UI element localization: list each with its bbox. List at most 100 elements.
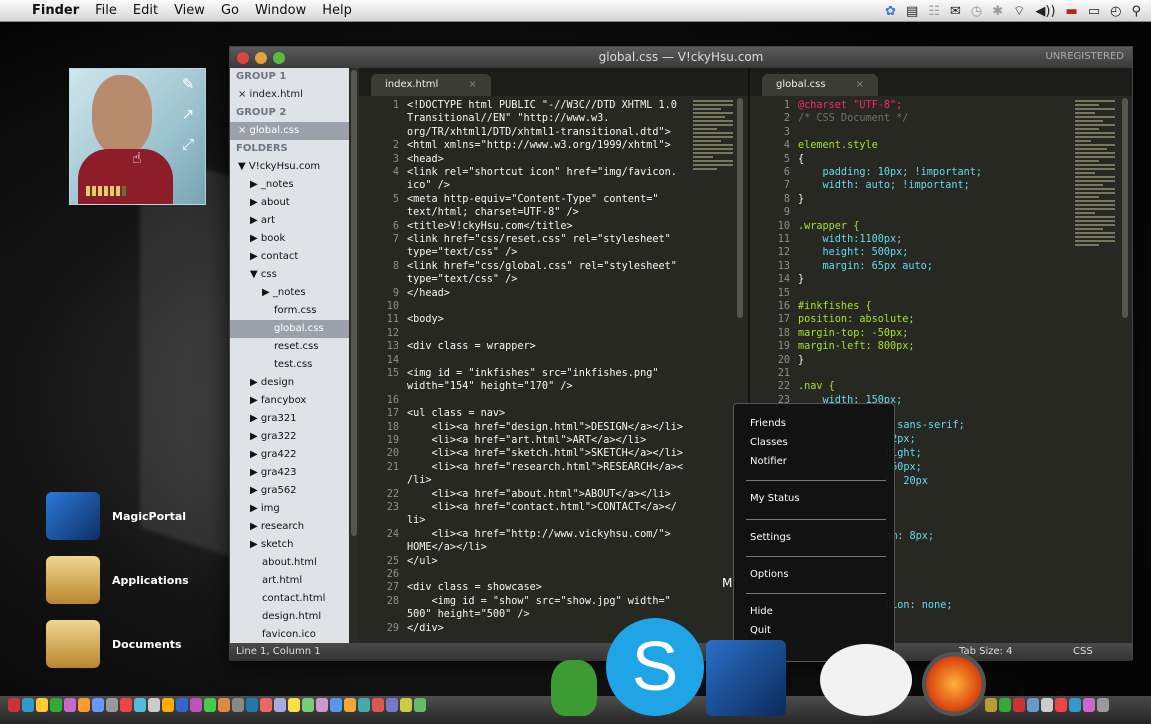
sidebar-item[interactable]: ▶ _notes: [230, 284, 349, 302]
pane-scrollbar[interactable]: [737, 98, 743, 318]
dock-app-icon[interactable]: [414, 698, 426, 712]
sidebar-item[interactable]: × global.css: [230, 122, 349, 140]
dock-app-icon[interactable]: [344, 698, 356, 712]
dock-app-icon[interactable]: [372, 698, 384, 712]
dock-app-icon[interactable]: [274, 698, 286, 712]
chat-icon[interactable]: ✿: [885, 4, 896, 19]
time-machine-icon[interactable]: ◷: [971, 4, 982, 19]
sidebar-item[interactable]: ▶ img: [230, 500, 349, 518]
burn-app-icon[interactable]: [922, 652, 986, 716]
sidebar-item[interactable]: form.css: [230, 302, 349, 320]
minimap[interactable]: [693, 98, 733, 198]
menu-item-my-status[interactable]: My Status: [750, 493, 800, 504]
dock-app-icon[interactable]: [36, 698, 48, 712]
sidebar-item[interactable]: ▶ contact: [230, 248, 349, 266]
sidebar-item[interactable]: favicon.ico: [230, 626, 349, 643]
sidebar-item[interactable]: ▼ V!ckyHsu.com: [230, 158, 349, 176]
menu-item-settings[interactable]: Settings: [750, 532, 791, 543]
sidebar-item[interactable]: ▶ art: [230, 212, 349, 230]
dock-app-icon[interactable]: [162, 698, 174, 712]
dock-app-icon[interactable]: [106, 698, 118, 712]
dock-app-icon[interactable]: [1027, 698, 1039, 712]
wifi-icon[interactable]: ⌔: [1013, 3, 1025, 19]
battery-icon[interactable]: ▭: [1088, 4, 1100, 19]
dock-app-icon[interactable]: [1083, 698, 1095, 712]
dock-app-icon[interactable]: [1013, 698, 1025, 712]
minimap[interactable]: [1075, 98, 1115, 418]
close-tab-icon[interactable]: ×: [856, 74, 864, 96]
close-tab-icon[interactable]: ×: [468, 74, 476, 96]
skype-icon[interactable]: S: [606, 618, 704, 716]
headset-app-icon[interactable]: [820, 644, 912, 716]
dock-app-icon[interactable]: [1069, 698, 1081, 712]
dock-app-icon[interactable]: [1097, 698, 1109, 712]
sidebar-item[interactable]: ▶ gra562: [230, 482, 349, 500]
adium-icon[interactable]: [551, 660, 597, 716]
magicportal-dock-icon[interactable]: [706, 640, 786, 716]
dock-app-icon[interactable]: [120, 698, 132, 712]
menu-item-classes[interactable]: Classes: [750, 437, 788, 448]
dock-app-icon[interactable]: [232, 698, 244, 712]
fullscreen-icon[interactable]: ⤢: [179, 135, 197, 153]
code-area[interactable]: 1 <!DOCTYPE html PUBLIC "-//W3C//DTD XHTM…: [359, 96, 748, 643]
dock-app-icon[interactable]: [330, 698, 342, 712]
window-titlebar[interactable]: global.css — V!ckyHsu.com UNREGISTERED: [230, 47, 1132, 68]
dock-app-icon[interactable]: [316, 698, 328, 712]
dock-app-icon[interactable]: [288, 698, 300, 712]
sidebar-item[interactable]: about.html: [230, 554, 349, 572]
mail-icon[interactable]: ✉: [950, 4, 961, 19]
sidebar-item[interactable]: global.css: [230, 320, 349, 338]
spotlight-icon[interactable]: ⚲: [1131, 4, 1141, 19]
menu-item-quit[interactable]: Quit: [750, 625, 771, 636]
dock-app-icon[interactable]: [148, 698, 160, 712]
sidebar-item[interactable]: ▼ css: [230, 266, 349, 284]
dock-app-icon[interactable]: [1055, 698, 1067, 712]
bars-icon[interactable]: ☷: [928, 4, 940, 19]
sidebar-item[interactable]: ▶ gra321: [230, 410, 349, 428]
menu-go[interactable]: Go: [221, 3, 239, 18]
dock-app-icon[interactable]: [204, 698, 216, 712]
bluetooth-icon[interactable]: ✱: [992, 4, 1003, 19]
dock-app-icon[interactable]: [386, 698, 398, 712]
menu-item-friends[interactable]: Friends: [750, 418, 786, 429]
sidebar-item[interactable]: art.html: [230, 572, 349, 590]
sidebar-item[interactable]: ▶ design: [230, 374, 349, 392]
sidebar-item[interactable]: ▶ gra322: [230, 428, 349, 446]
menu-window[interactable]: Window: [255, 3, 306, 18]
menu-finder[interactable]: Finder: [32, 3, 79, 18]
export-icon[interactable]: ↗: [179, 105, 197, 123]
dock-app-icon[interactable]: [1041, 698, 1053, 712]
sidebar-item[interactable]: ▶ about: [230, 194, 349, 212]
menu-item-notifier[interactable]: Notifier: [750, 456, 787, 467]
dock-app-icon[interactable]: [999, 698, 1011, 712]
dock-app-icon[interactable]: [8, 698, 20, 712]
desktop-item-applications[interactable]: Applications: [46, 556, 189, 604]
dock-app-icon[interactable]: [92, 698, 104, 712]
menu-file[interactable]: File: [95, 3, 117, 18]
dock-app-icon[interactable]: [218, 698, 230, 712]
sidebar-item[interactable]: ▶ research: [230, 518, 349, 536]
sidebar-item[interactable]: design.html: [230, 608, 349, 626]
syntax-selector[interactable]: CSS: [1073, 643, 1093, 661]
dock-app-icon[interactable]: [400, 698, 412, 712]
dock-app-icon[interactable]: [50, 698, 62, 712]
dock-app-icon[interactable]: [78, 698, 90, 712]
sidebar-item[interactable]: reset.css: [230, 338, 349, 356]
sidebar-item[interactable]: ▶ sketch: [230, 536, 349, 554]
dock-app-icon[interactable]: [64, 698, 76, 712]
dock-app-icon[interactable]: [985, 698, 997, 712]
dock-app-icon[interactable]: [190, 698, 202, 712]
sidebar-item[interactable]: × index.html: [230, 86, 349, 104]
flag-icon[interactable]: ▬: [1066, 4, 1078, 19]
sidebar-item[interactable]: test.css: [230, 356, 349, 374]
sidebar-item[interactable]: contact.html: [230, 590, 349, 608]
sidebar-item[interactable]: ▶ gra423: [230, 464, 349, 482]
pane-scrollbar[interactable]: [1122, 98, 1128, 318]
volume-icon[interactable]: ◀)): [1035, 4, 1055, 19]
sidebar-item[interactable]: ▶ _notes: [230, 176, 349, 194]
dock-app-icon[interactable]: [22, 698, 34, 712]
dock-app-icon[interactable]: [246, 698, 258, 712]
menu-item-options[interactable]: Options: [750, 569, 789, 580]
tab-index-html[interactable]: index.html ×: [371, 74, 491, 96]
pin-icon[interactable]: ✎: [179, 75, 197, 93]
